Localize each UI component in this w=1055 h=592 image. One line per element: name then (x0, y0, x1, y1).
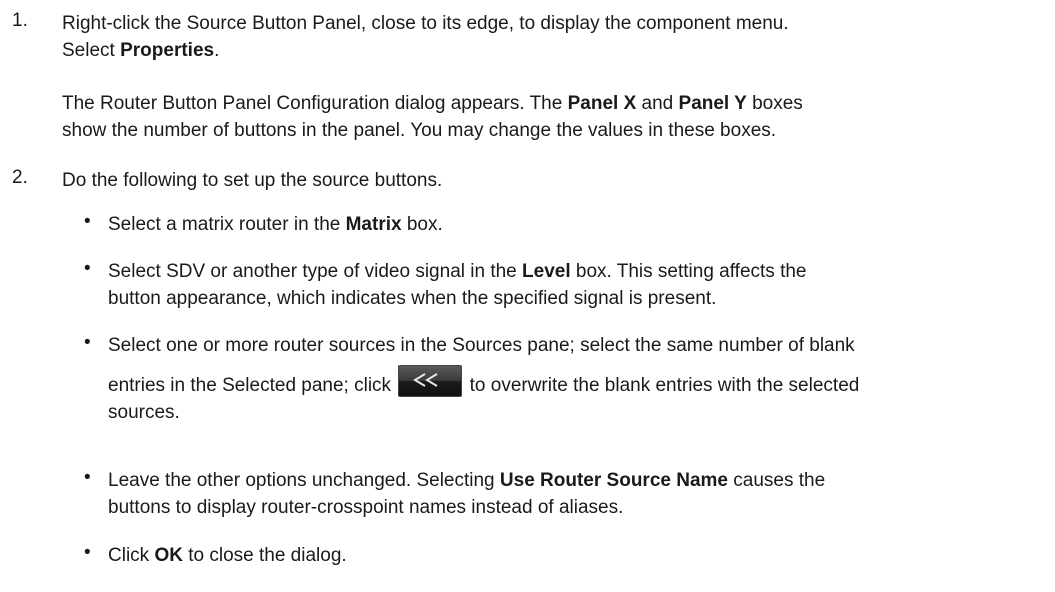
step-1-line-2: Select Properties. (62, 40, 220, 61)
step-1-result: The Router Button Panel Configuration di… (62, 90, 1045, 144)
step-2-instruction: Do the following to set up the source bu… (62, 170, 443, 191)
use-router-source-name-term: Use Router Source Name (499, 470, 728, 491)
add-source-button[interactable] (398, 365, 463, 397)
step-1-result-line-2: show the number of buttons in the panel.… (62, 120, 777, 141)
panel-y-term: Panel Y (678, 93, 747, 114)
double-chevron-left-icon (413, 373, 438, 387)
bullet-icon: • (84, 211, 91, 232)
bullet-icon: • (84, 332, 91, 353)
bullet-icon: • (84, 258, 91, 279)
step-1-line-1: Right-click the Source Button Panel, clo… (62, 13, 789, 34)
properties-term: Properties (120, 40, 215, 61)
step-number: 2. (12, 167, 28, 188)
panel-x-term: Panel X (567, 93, 637, 114)
step-1-instruction: Right-click the Source Button Panel, clo… (62, 10, 1045, 64)
step-1-result-line-1: The Router Button Panel Configuration di… (62, 93, 803, 114)
level-term: Level (522, 261, 571, 282)
ok-term: OK (154, 545, 183, 566)
bullet-icon: • (84, 542, 91, 563)
matrix-term: Matrix (345, 214, 402, 235)
step-number: 1. (12, 10, 28, 31)
bullet-icon: • (84, 467, 91, 488)
